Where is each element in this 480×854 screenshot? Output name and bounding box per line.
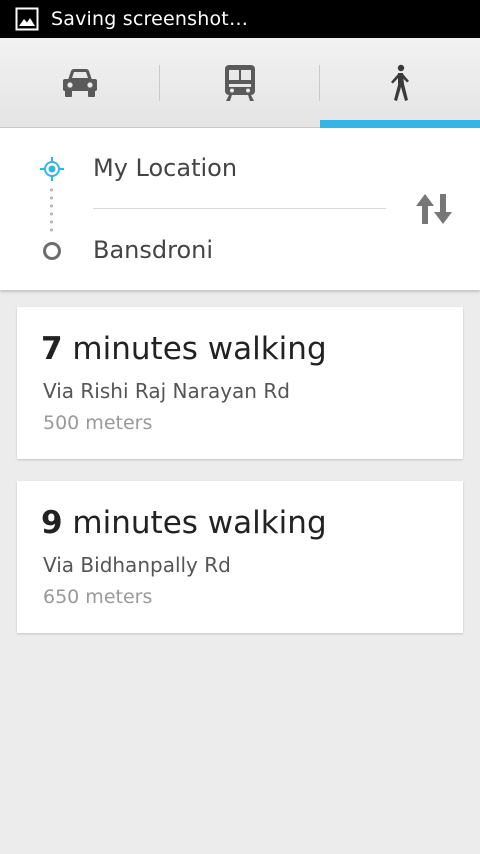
duration-text: minutes walking <box>62 505 327 541</box>
swap-vertical-icon <box>416 194 452 224</box>
route-via: Via Bidhanpally Rd <box>43 553 231 577</box>
destination-field[interactable]: Bansdroni <box>93 236 213 264</box>
origin-field[interactable]: My Location <box>93 154 237 182</box>
image-icon <box>15 7 39 31</box>
tab-driving[interactable] <box>0 38 160 128</box>
duration-text: minutes walking <box>62 331 327 367</box>
walking-icon <box>391 64 409 101</box>
route-result-card[interactable]: 9 minutes walking Via Bidhanpally Rd 650… <box>17 481 463 633</box>
my-location-icon <box>40 157 64 181</box>
route-distance: 500 meters <box>43 412 153 434</box>
duration-number: 7 <box>41 331 63 367</box>
destination-icon <box>43 242 61 260</box>
car-icon <box>63 69 97 97</box>
route-distance: 650 meters <box>43 586 153 608</box>
tab-transit[interactable] <box>160 38 320 128</box>
route-duration: 9 minutes walking <box>41 505 327 541</box>
tab-walking[interactable] <box>320 38 480 128</box>
duration-number: 9 <box>41 505 63 541</box>
route-connector-dots <box>50 186 53 236</box>
travel-mode-bar <box>0 38 480 128</box>
transit-icon <box>225 65 255 101</box>
route-duration: 7 minutes walking <box>41 331 327 367</box>
status-bar: Saving screenshot… <box>0 0 480 38</box>
route-result-card[interactable]: 7 minutes walking Via Rishi Raj Narayan … <box>17 307 463 459</box>
status-text: Saving screenshot… <box>51 8 249 30</box>
route-divider <box>93 208 386 209</box>
swap-route-button[interactable] <box>408 189 460 229</box>
route-via: Via Rishi Raj Narayan Rd <box>43 379 290 403</box>
